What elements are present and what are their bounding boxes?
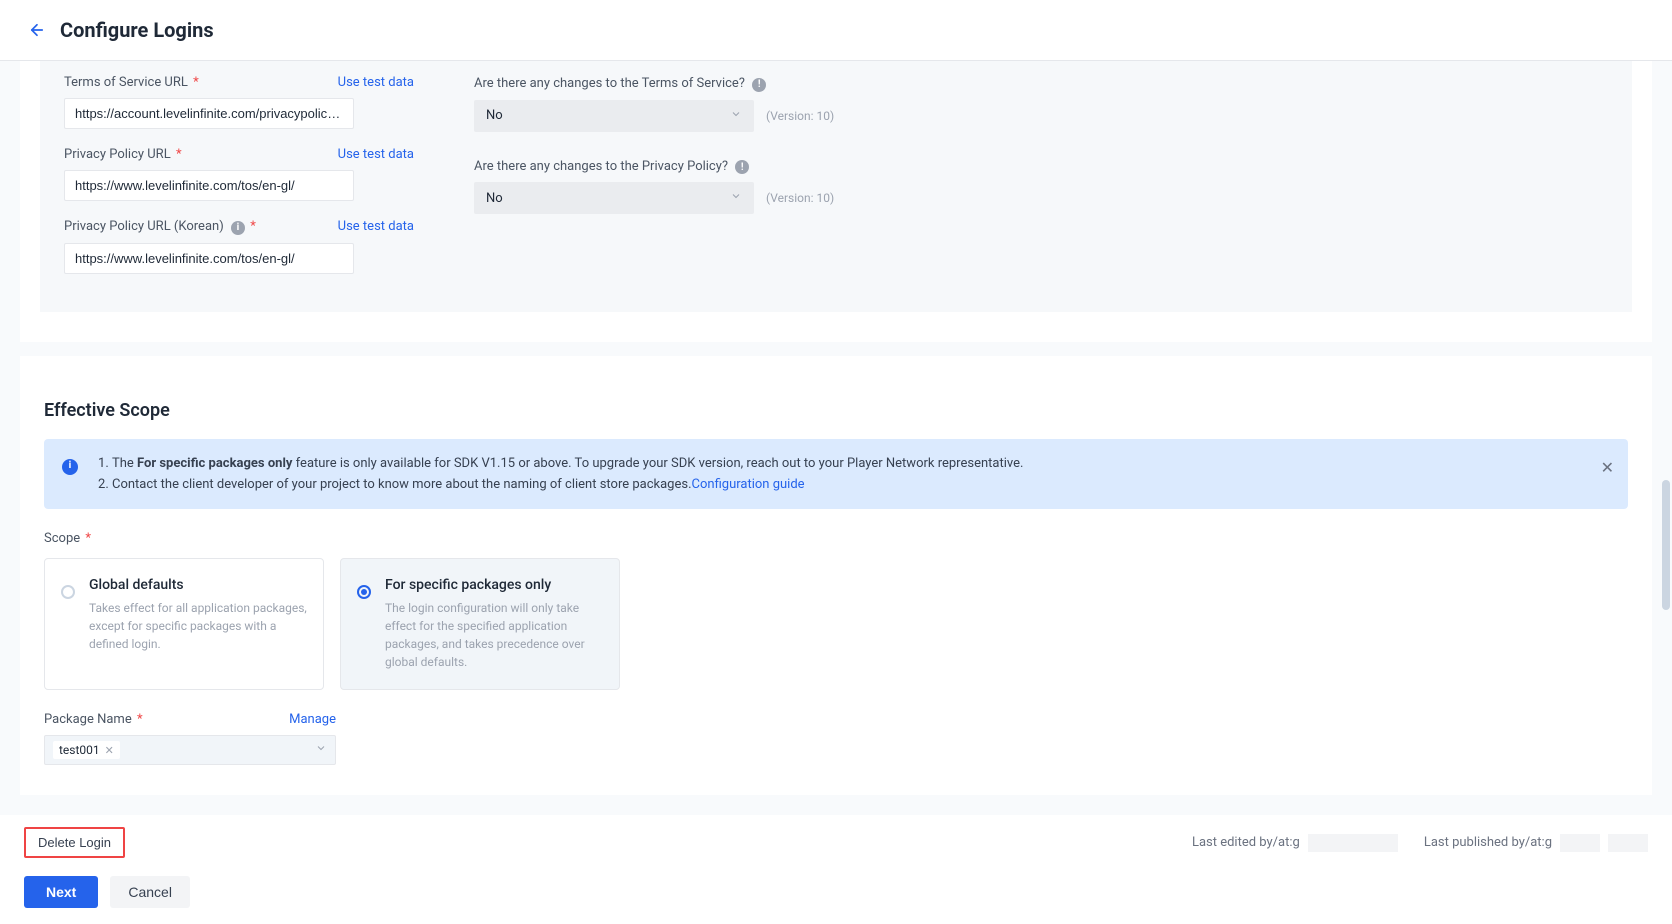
package-tag: test001 ✕	[53, 741, 120, 759]
form-card: Terms of Service URL * Use test data Pri…	[20, 61, 1652, 342]
privacy-url-kr-field: Privacy Policy URL (Korean) i * Use test…	[64, 219, 414, 274]
chevron-down-icon	[730, 108, 742, 124]
notice-line-1: The For specific packages only feature i…	[112, 453, 1588, 474]
version-text: (Version: 10)	[766, 191, 834, 205]
option-desc: Takes effect for all application package…	[89, 599, 307, 653]
next-button[interactable]: Next	[24, 876, 98, 908]
cancel-button[interactable]: Cancel	[110, 876, 190, 908]
chevron-down-icon	[315, 742, 327, 758]
meta-info: Last edited by/at:g Last published by/at…	[1192, 834, 1648, 852]
privacy-kr-label: Privacy Policy URL (Korean) i *	[64, 219, 256, 235]
option-title: For specific packages only	[385, 577, 603, 593]
url-form-section: Terms of Service URL * Use test data Pri…	[40, 61, 1632, 312]
scope-option-global[interactable]: Global defaults Takes effect for all app…	[44, 558, 324, 690]
chevron-down-icon	[730, 190, 742, 206]
tos-changes-field: Are there any changes to the Terms of Se…	[474, 75, 854, 132]
use-test-data-link[interactable]: Use test data	[338, 75, 414, 90]
scope-card: Effective Scope i ✕ The For specific pac…	[20, 356, 1652, 796]
package-name-select[interactable]: test001 ✕	[44, 735, 336, 765]
manage-link[interactable]: Manage	[289, 712, 336, 727]
scope-title: Effective Scope	[44, 376, 1628, 439]
scrollbar-thumb[interactable]	[1662, 480, 1670, 610]
privacy-kr-input[interactable]	[64, 243, 354, 274]
tag-label: test001	[59, 743, 100, 757]
footer-meta: Delete Login Last edited by/at:g Last pu…	[0, 815, 1672, 870]
left-column: Terms of Service URL * Use test data Pri…	[64, 69, 414, 292]
tos-changes-label: Are there any changes to the Terms of Se…	[474, 76, 766, 91]
scope-field-label: Scope *	[44, 531, 1628, 546]
pp-changes-select[interactable]: No	[474, 182, 754, 214]
tos-url-label: Terms of Service URL *	[64, 75, 199, 90]
use-test-data-link[interactable]: Use test data	[338, 219, 414, 234]
scrollbar-track	[1662, 0, 1670, 911]
tag-remove-icon[interactable]: ✕	[105, 744, 114, 757]
info-icon: i	[62, 459, 78, 475]
privacy-url-label: Privacy Policy URL *	[64, 147, 182, 162]
redacted-value	[1560, 834, 1600, 852]
redacted-value	[1308, 834, 1398, 852]
version-text: (Version: 10)	[766, 109, 834, 123]
content-area: Terms of Service URL * Use test data Pri…	[0, 61, 1672, 815]
info-icon[interactable]: i	[231, 221, 245, 235]
package-name-row: Package Name * Manage	[44, 712, 336, 727]
select-value: No	[486, 108, 503, 123]
close-icon[interactable]: ✕	[1601, 455, 1614, 481]
notice-line-2: Contact the client developer of your pro…	[112, 474, 1588, 495]
bottom-actions: Next Cancel	[0, 870, 1672, 924]
required-marker: *	[137, 712, 143, 727]
use-test-data-link[interactable]: Use test data	[338, 147, 414, 162]
delete-login-button[interactable]: Delete Login	[24, 827, 125, 858]
option-title: Global defaults	[89, 577, 307, 593]
required-marker: *	[176, 147, 182, 162]
select-value: No	[486, 191, 503, 206]
last-edited: Last edited by/at:g	[1192, 834, 1398, 852]
required-marker: *	[250, 219, 256, 234]
scope-option-specific[interactable]: For specific packages only The login con…	[340, 558, 620, 690]
package-name-label: Package Name *	[44, 712, 143, 727]
info-notice: i ✕ The For specific packages only featu…	[44, 439, 1628, 510]
radio-unchecked	[61, 585, 75, 599]
config-guide-link[interactable]: Configuration guide	[692, 477, 805, 492]
pp-changes-label: Are there any changes to the Privacy Pol…	[474, 159, 749, 174]
tos-url-input[interactable]	[64, 98, 354, 129]
tos-changes-select[interactable]: No	[474, 100, 754, 132]
redacted-value	[1608, 834, 1648, 852]
privacy-url-field: Privacy Policy URL * Use test data	[64, 147, 414, 201]
tos-url-field: Terms of Service URL * Use test data	[64, 75, 414, 129]
info-icon[interactable]: !	[735, 160, 749, 174]
back-arrow-icon[interactable]	[28, 21, 46, 39]
last-published: Last published by/at:g	[1424, 834, 1648, 852]
page-header: Configure Logins	[0, 0, 1672, 61]
scope-radio-group: Global defaults Takes effect for all app…	[44, 558, 1628, 690]
page-title: Configure Logins	[60, 18, 214, 42]
right-column: Are there any changes to the Terms of Se…	[474, 69, 854, 292]
required-marker: *	[85, 531, 91, 546]
privacy-url-input[interactable]	[64, 170, 354, 201]
pp-changes-field: Are there any changes to the Privacy Pol…	[474, 158, 854, 215]
option-desc: The login configuration will only take e…	[385, 599, 603, 671]
required-marker: *	[193, 75, 199, 90]
radio-checked	[357, 585, 371, 599]
info-icon[interactable]: !	[752, 78, 766, 92]
